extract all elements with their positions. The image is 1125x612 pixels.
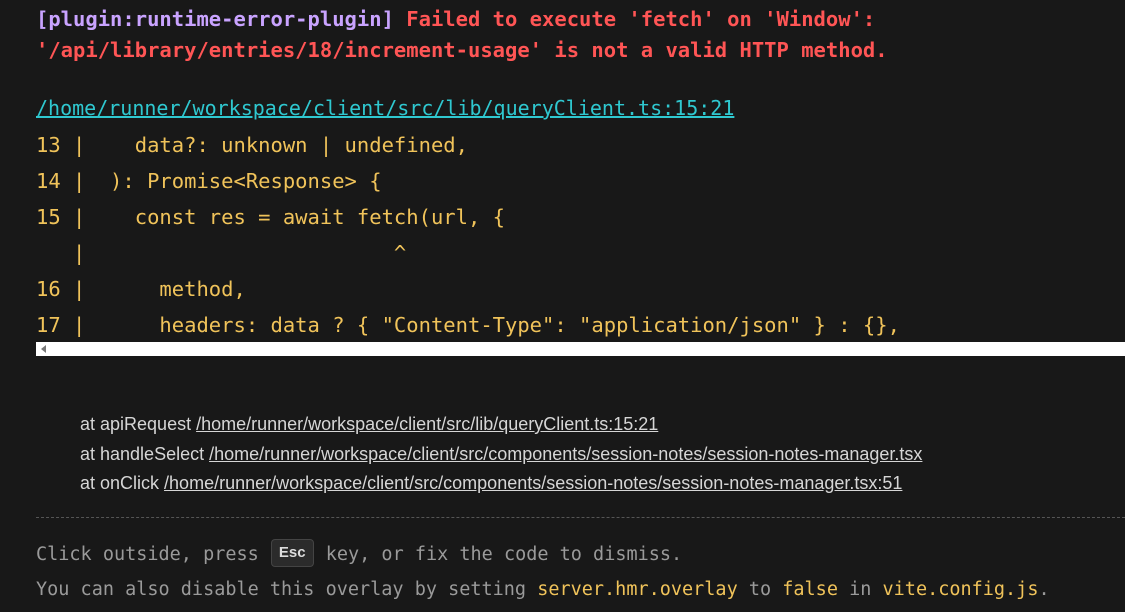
tip-text: You can also disable this overlay by set… (36, 579, 538, 600)
stack-frame-link[interactable]: /home/runner/workspace/client/src/compon… (209, 444, 922, 464)
error-message: [plugin:runtime-error-plugin] Failed to … (36, 4, 1116, 66)
stack-frame-function: at onClick (80, 473, 165, 493)
tip-text: to (737, 579, 783, 600)
stack-frame-function: at apiRequest (80, 414, 197, 434)
error-file-link[interactable]: /home/runner/workspace/client/src/lib/qu… (36, 93, 734, 123)
config-file-name: vite.config.js (882, 579, 1039, 600)
code-line: 14 | ): Promise<Response> { (36, 169, 382, 193)
scroll-left-arrow-icon[interactable] (41, 345, 46, 353)
divider (36, 517, 1125, 518)
code-line: 13 | data?: unknown | undefined, (36, 133, 468, 157)
tip-text: in (837, 579, 883, 600)
tip-text: . (1038, 579, 1050, 600)
code-line-caret: | ^ (36, 241, 407, 265)
dismiss-tip: Click outside, press Esc key, or fix the… (36, 539, 683, 570)
config-setting-value: false (782, 579, 838, 600)
code-line: 17 | headers: data ? { "Content-Type": "… (36, 313, 900, 337)
code-line: 15 | const res = await fetch(url, { (36, 205, 505, 229)
stack-frame: at onClick /home/runner/workspace/client… (80, 469, 1125, 499)
stack-frame: at handleSelect /home/runner/workspace/c… (80, 440, 1125, 470)
error-message-line2: '/api/library/entries/18/increment-usage… (36, 38, 888, 62)
disable-overlay-tip: You can also disable this overlay by set… (36, 575, 1050, 605)
code-line: 16 | method, (36, 277, 246, 301)
esc-key: Esc (270, 539, 314, 567)
stack-frame-function: at handleSelect (80, 443, 210, 464)
stack-frame: at apiRequest /home/runner/workspace/cli… (80, 410, 1125, 440)
stack-frame-link[interactable]: /home/runner/workspace/client/src/lib/qu… (196, 414, 658, 434)
error-message-line1: Failed to execute 'fetch' on 'Window': (406, 7, 876, 31)
plugin-name: [plugin:runtime-error-plugin] (36, 7, 394, 31)
config-setting-name: server.hmr.overlay (537, 579, 738, 600)
code-frame-scrollbar[interactable] (36, 342, 1125, 356)
dismiss-tip-text: key, or fix the code to dismiss. (314, 544, 683, 565)
code-frame: 13 | data?: unknown | undefined, 14 | ):… (36, 127, 1125, 343)
stack-frame-link[interactable]: /home/runner/workspace/client/src/compon… (164, 473, 902, 493)
dismiss-tip-text: Click outside, press (36, 544, 270, 565)
stack-trace: at apiRequest /home/runner/workspace/cli… (80, 410, 1125, 499)
